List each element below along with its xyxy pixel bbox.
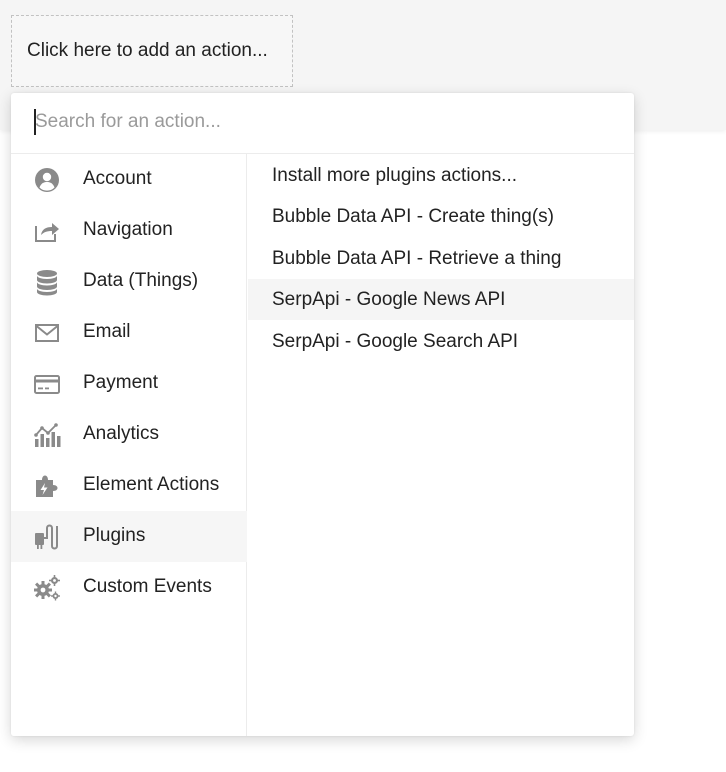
category-label: Data (Things) (83, 270, 199, 291)
action-label: Bubble Data API - Create thing(s) (272, 206, 554, 227)
category-label: Analytics (83, 423, 160, 444)
category-label: Element Actions (83, 474, 220, 495)
credit-card-icon (34, 375, 60, 394)
add-action-trigger[interactable]: Click here to add an action... (11, 15, 293, 87)
workflow-editor-canvas: Click here to add an action... Account (0, 0, 726, 772)
category-label: Custom Events (83, 576, 212, 597)
action-search-input[interactable] (33, 107, 615, 137)
analytics-icon (34, 423, 61, 447)
add-action-label: Click here to add an action... (27, 40, 268, 61)
category-item-account[interactable]: Account (11, 154, 247, 205)
category-label: Email (83, 321, 131, 342)
category-item-data[interactable]: Data (Things) (11, 256, 247, 307)
category-item-payment[interactable]: Payment (11, 358, 247, 409)
action-item-bubble-retrieve-thing[interactable]: Bubble Data API - Retrieve a thing (248, 238, 634, 279)
category-list: Account Navigation Data (Things) Email P… (11, 154, 247, 736)
puzzle-lightning-icon (36, 475, 58, 497)
category-label: Navigation (83, 219, 173, 240)
database-icon (37, 270, 57, 296)
category-item-analytics[interactable]: Analytics (11, 409, 247, 460)
category-item-custom-events[interactable]: Custom Events (11, 562, 247, 613)
category-item-plugins[interactable]: Plugins (11, 511, 247, 562)
action-item-install-plugins[interactable]: Install more plugins actions... (248, 155, 634, 196)
text-caret (34, 109, 36, 135)
action-item-serpapi-google-news[interactable]: SerpApi - Google News API (248, 279, 634, 320)
navigation-icon (35, 223, 59, 242)
action-label: Bubble Data API - Retrieve a thing (272, 248, 562, 269)
category-label: Account (83, 168, 152, 189)
action-label: SerpApi - Google News API (272, 289, 506, 310)
plugins-icon (35, 524, 58, 550)
action-label: Install more plugins actions... (272, 165, 518, 186)
gears-icon (34, 575, 60, 601)
category-item-email[interactable]: Email (11, 307, 247, 358)
email-icon (35, 324, 59, 342)
account-icon (35, 168, 59, 192)
category-item-element-actions[interactable]: Element Actions (11, 460, 247, 511)
action-list: Install more plugins actions... Bubble D… (248, 154, 634, 736)
category-label: Payment (83, 372, 158, 393)
action-picker-dropdown: Account Navigation Data (Things) (11, 93, 634, 736)
action-item-serpapi-google-search[interactable]: SerpApi - Google Search API (248, 321, 634, 362)
search-row (11, 93, 634, 154)
action-item-bubble-create-things[interactable]: Bubble Data API - Create thing(s) (248, 196, 634, 237)
category-item-navigation[interactable]: Navigation (11, 205, 247, 256)
category-label: Plugins (83, 525, 146, 546)
action-label: SerpApi - Google Search API (272, 331, 519, 352)
